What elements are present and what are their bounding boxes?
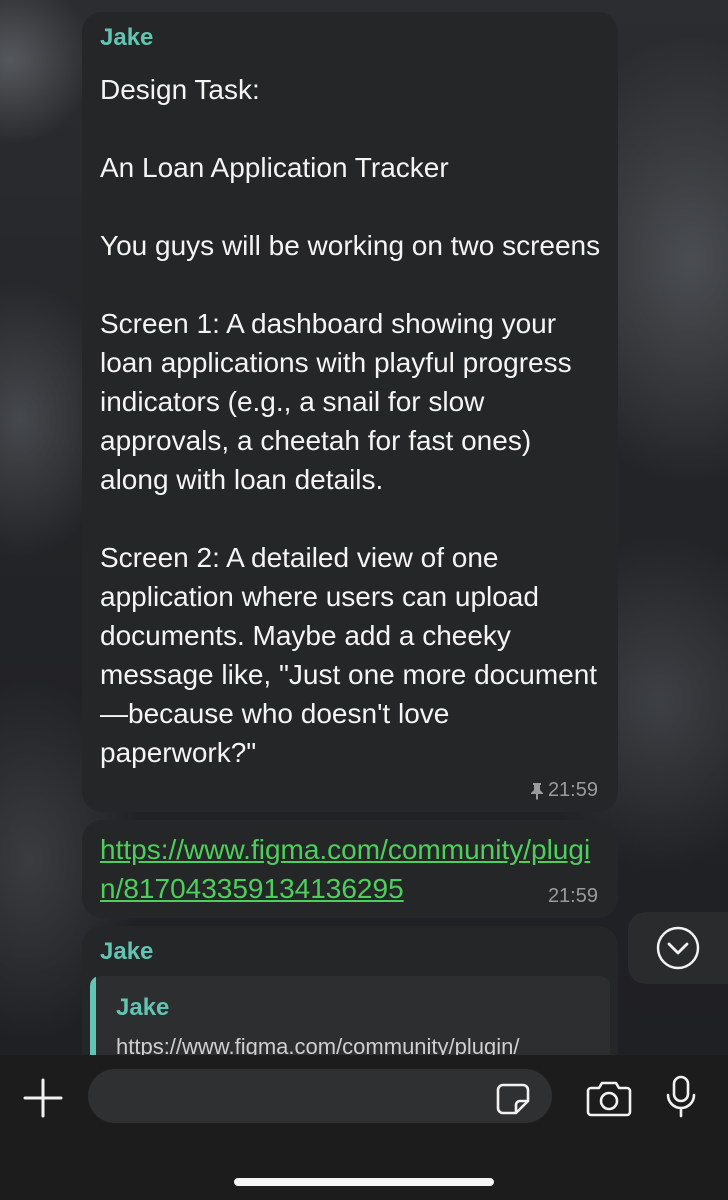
chevron-down-icon [656, 926, 700, 970]
message-time: 21:59 [547, 885, 598, 907]
message-meta: 21:59 [548, 885, 598, 908]
pin-icon [530, 782, 543, 800]
home-indicator[interactable] [234, 1178, 494, 1186]
message-bubble[interactable]: Jake Design Task: An Loan Application Tr… [82, 12, 618, 812]
message-sender: Jake [100, 24, 154, 51]
message-input[interactable] [88, 1069, 552, 1123]
message-time: 21:59 [547, 779, 598, 801]
message-meta: 21:59 [530, 779, 598, 802]
sticker-icon[interactable] [496, 1083, 530, 1115]
message-sender: Jake [100, 938, 154, 965]
message-bubble[interactable]: Jake Jake https://www.figma.com/communit… [82, 926, 618, 1076]
message-bubble[interactable]: https://www.figma.com/community/plugin/8… [82, 820, 618, 918]
reply-sender: Jake [116, 994, 170, 1021]
plus-icon[interactable] [22, 1077, 64, 1119]
message-text: Design Task: An Loan Application Tracker… [100, 74, 601, 768]
camera-icon[interactable] [586, 1079, 632, 1117]
message-link[interactable]: https://www.figma.com/community/plugin/8… [100, 830, 600, 908]
microphone-icon[interactable] [664, 1075, 698, 1119]
scroll-to-bottom-button[interactable] [628, 912, 728, 984]
